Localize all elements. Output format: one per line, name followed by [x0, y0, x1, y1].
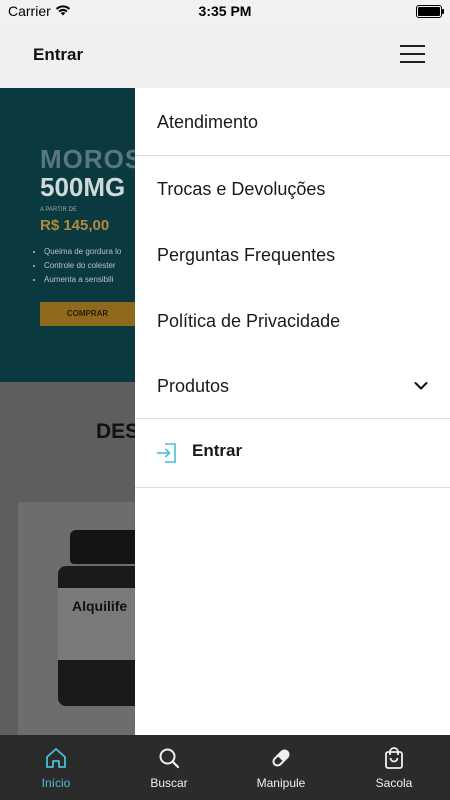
section-heading: DES — [96, 420, 140, 443]
banner-subtitle: 500MG — [40, 172, 126, 202]
capsule-icon — [225, 746, 337, 775]
bag-icon — [338, 746, 450, 775]
bottom-tab-bar: Início Buscar Manipule Sacola — [0, 735, 450, 800]
menu-item-produtos[interactable]: Produtos — [135, 354, 450, 418]
banner-price: R$ 145,00 — [40, 217, 110, 234]
menu-item-label: Produtos — [157, 376, 230, 396]
tab-buscar[interactable]: Buscar — [113, 735, 225, 800]
menu-item-politica-privacidade[interactable]: Política de Privacidade — [135, 288, 450, 354]
tab-label: Buscar — [150, 776, 188, 790]
banner-bullets: Queima de gordura lo Controle do coleste… — [34, 245, 121, 287]
tab-label: Início — [41, 776, 71, 790]
drawer-login-label: Entrar — [192, 441, 243, 460]
tab-manipule[interactable]: Manipule — [225, 735, 337, 800]
tab-label: Sacola — [375, 776, 413, 790]
status-bar: Carrier 3:35 PM — [0, 0, 450, 22]
menu-item-trocas-devolucoes[interactable]: Trocas e Devoluções — [135, 156, 450, 222]
hamburger-icon[interactable] — [400, 45, 425, 63]
menu-item-label: Trocas e Devoluções — [157, 179, 326, 199]
app-header: Entrar — [0, 22, 450, 88]
side-drawer: Atendimento Trocas e Devoluções Pergunta… — [135, 88, 450, 735]
menu-item-atendimento[interactable]: Atendimento — [135, 88, 450, 155]
menu-divider — [135, 418, 450, 419]
tab-label: Manipule — [256, 776, 306, 790]
clock: 3:35 PM — [198, 3, 252, 19]
banner-bullet: Controle do colester — [44, 259, 121, 273]
product-label: Alquilife — [72, 598, 128, 614]
menu-item-label: Perguntas Frequentes — [157, 245, 336, 265]
search-icon — [113, 746, 225, 775]
sign-in-icon — [155, 441, 179, 470]
highlights-section: DES Alquilife — [0, 382, 139, 735]
banner-title: MOROS — [40, 144, 135, 174]
product-image: Alquilife — [58, 530, 135, 708]
tab-inicio[interactable]: Início — [0, 735, 112, 800]
home-icon — [0, 746, 112, 775]
menu-item-label: Política de Privacidade — [157, 311, 341, 331]
menu-divider — [135, 487, 450, 488]
banner-from-label: A PARTIR DE — [40, 207, 77, 213]
header-login-link[interactable]: Entrar — [33, 45, 83, 65]
menu-item-perguntas-frequentes[interactable]: Perguntas Frequentes — [135, 222, 450, 288]
banner-bullet: Aumenta a sensibili — [44, 273, 121, 287]
menu-item-label: Atendimento — [157, 112, 259, 132]
battery-icon — [416, 5, 444, 18]
promo-banner[interactable]: MOROS 500MG A PARTIR DE R$ 145,00 Queima… — [0, 88, 135, 382]
chevron-down-icon[interactable] — [414, 378, 428, 396]
tab-sacola[interactable]: Sacola — [338, 735, 450, 800]
banner-buy-button[interactable]: COMPRAR — [40, 302, 135, 326]
banner-bullet: Queima de gordura lo — [44, 245, 121, 259]
